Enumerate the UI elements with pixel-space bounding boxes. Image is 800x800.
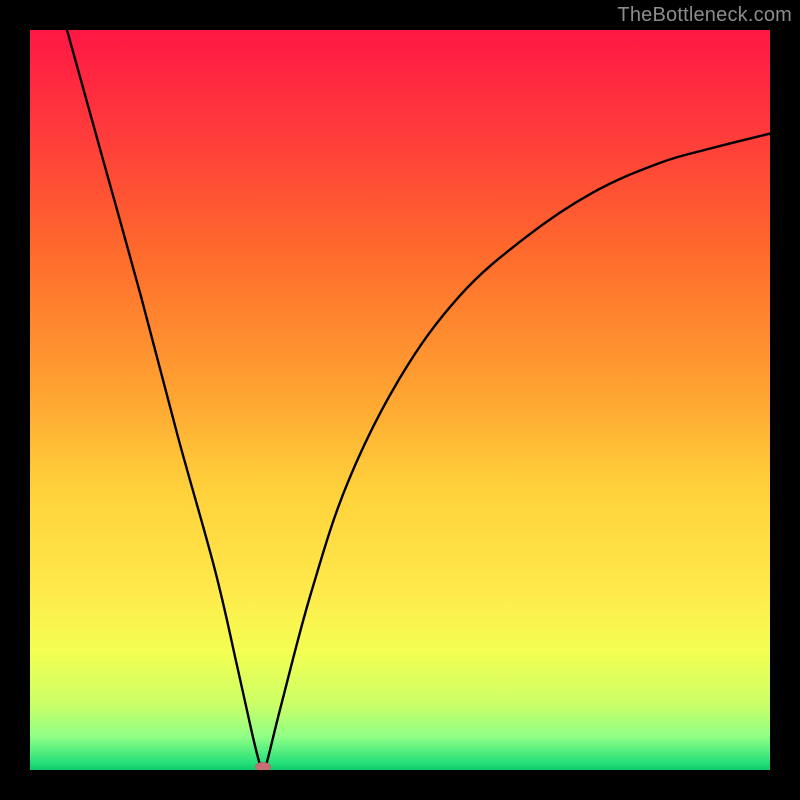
optimal-point-marker	[255, 762, 271, 770]
plot-area	[30, 30, 770, 770]
watermark-text: TheBottleneck.com	[617, 4, 792, 27]
curve-layer	[30, 30, 770, 770]
bottleneck-curve	[67, 30, 770, 770]
chart-frame: TheBottleneck.com	[0, 0, 800, 800]
